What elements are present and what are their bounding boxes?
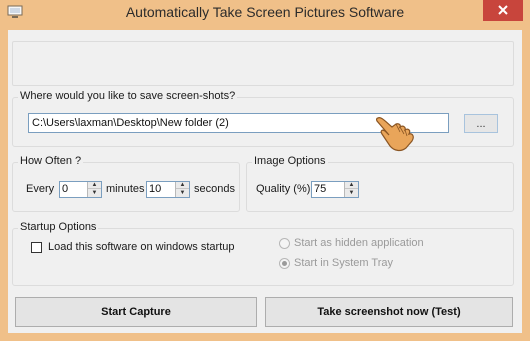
window-title: Automatically Take Screen Pictures Softw… bbox=[125, 4, 405, 20]
quality-spin-buttons[interactable]: ▲ ▼ bbox=[344, 182, 358, 197]
minutes-value: 0 bbox=[62, 183, 69, 195]
seconds-stepper[interactable]: 10 ▲ ▼ bbox=[146, 181, 190, 198]
quality-label: Quality (%): bbox=[256, 183, 314, 195]
startup-options-legend: Startup Options bbox=[18, 221, 99, 233]
how-often-legend: How Often ? bbox=[18, 155, 84, 167]
start-capture-button[interactable]: Start Capture bbox=[15, 297, 257, 327]
spin-up-icon[interactable]: ▲ bbox=[176, 182, 189, 189]
minutes-label: minutes bbox=[106, 183, 145, 195]
spin-up-icon[interactable]: ▲ bbox=[88, 182, 101, 189]
hand-pointer-icon bbox=[374, 112, 420, 154]
app-window: Automatically Take Screen Pictures Softw… bbox=[0, 0, 530, 341]
spin-down-icon[interactable]: ▼ bbox=[88, 189, 101, 196]
browse-button[interactable]: ... bbox=[464, 114, 498, 133]
load-on-startup-label[interactable]: Load this software on windows startup bbox=[48, 241, 235, 253]
save-location-legend: Where would you like to save screen-shot… bbox=[18, 90, 238, 102]
spin-down-icon[interactable]: ▼ bbox=[345, 189, 358, 196]
client-area: Where would you like to save screen-shot… bbox=[8, 30, 522, 333]
title-bar[interactable]: Automatically Take Screen Pictures Softw… bbox=[0, 0, 530, 26]
quality-value: 75 bbox=[314, 183, 327, 195]
close-button[interactable] bbox=[483, 0, 523, 21]
spin-down-icon[interactable]: ▼ bbox=[176, 189, 189, 196]
startup-options-group bbox=[12, 228, 514, 286]
quality-stepper[interactable]: 75 ▲ ▼ bbox=[311, 181, 359, 198]
minutes-stepper[interactable]: 0 ▲ ▼ bbox=[59, 181, 102, 198]
start-in-tray-radio[interactable] bbox=[279, 258, 290, 269]
start-in-tray-label[interactable]: Start in System Tray bbox=[294, 257, 393, 269]
start-hidden-radio[interactable] bbox=[279, 238, 290, 249]
close-icon bbox=[498, 2, 508, 20]
start-hidden-label[interactable]: Start as hidden application bbox=[294, 237, 424, 249]
seconds-spin-buttons[interactable]: ▲ ▼ bbox=[175, 182, 189, 197]
seconds-label: seconds bbox=[194, 183, 235, 195]
spin-up-icon[interactable]: ▲ bbox=[345, 182, 358, 189]
seconds-value: 10 bbox=[149, 183, 162, 195]
load-on-startup-checkbox[interactable] bbox=[31, 242, 42, 253]
test-screenshot-button[interactable]: Take screenshot now (Test) bbox=[265, 297, 513, 327]
banner-panel bbox=[12, 41, 514, 86]
image-options-legend: Image Options bbox=[252, 155, 328, 167]
minutes-spin-buttons[interactable]: ▲ ▼ bbox=[87, 182, 101, 197]
every-label: Every bbox=[26, 183, 55, 195]
